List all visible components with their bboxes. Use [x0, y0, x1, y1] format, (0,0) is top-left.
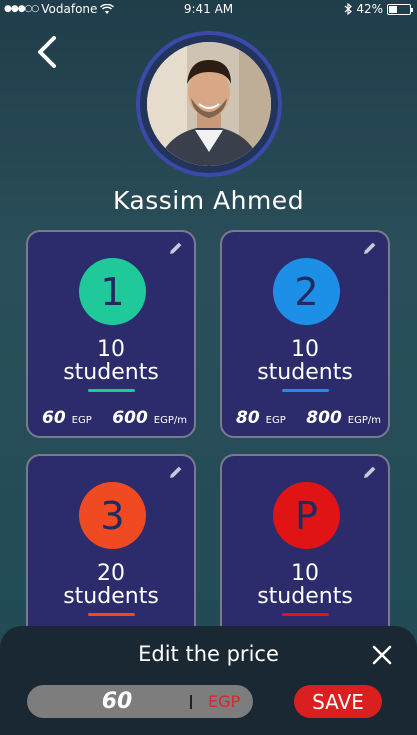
price-input[interactable] — [67, 685, 167, 718]
avatar-ring — [136, 31, 282, 177]
battery-icon — [387, 3, 413, 15]
battery-fill — [389, 5, 398, 13]
price-row: 80 EGP 800 EGP/m — [236, 408, 381, 428]
session-price-value: 80 — [236, 408, 260, 428]
accent-bar — [88, 613, 135, 616]
status-bar: ●●●○○ Vodafone 9:41 AM 42% — [0, 0, 417, 20]
student-unit: students — [257, 360, 353, 385]
sheet-title: Edit the price — [138, 642, 279, 666]
student-count: 10 — [291, 561, 319, 586]
profile-name: Kassim Ahmed — [112, 186, 305, 215]
monthly-price-unit: EGP/m — [347, 415, 381, 426]
close-icon[interactable] — [371, 644, 393, 666]
pencil-icon[interactable] — [362, 240, 378, 256]
monthly-price: 800 EGP/m — [306, 408, 381, 428]
group-number-badge: 3 — [79, 482, 146, 549]
group-card-1[interactable]: 1 10 students 60 EGP 600 EGP/m — [26, 230, 196, 438]
session-price-unit: EGP — [265, 415, 286, 426]
accent-bar — [88, 389, 135, 392]
back-button[interactable] — [30, 34, 64, 70]
student-unit: students — [63, 584, 159, 609]
student-unit: students — [257, 584, 353, 609]
currency-label: EGP — [208, 692, 241, 711]
accent-bar — [282, 389, 329, 392]
price-field: EGP — [27, 685, 253, 718]
session-price: 80 EGP — [236, 408, 286, 428]
session-price-value: 60 — [42, 408, 66, 428]
session-price: 60 EGP — [42, 408, 92, 428]
monthly-price: 600 EGP/m — [112, 408, 187, 428]
status-right: 42% — [344, 2, 413, 16]
pencil-icon[interactable] — [168, 240, 184, 256]
student-unit: students — [63, 360, 159, 385]
monthly-price-unit: EGP/m — [153, 415, 187, 426]
price-row: 60 EGP 600 EGP/m — [42, 408, 187, 428]
group-number-badge: P — [273, 482, 340, 549]
pencil-icon[interactable] — [362, 464, 378, 480]
avatar[interactable] — [147, 42, 271, 166]
student-count: 10 — [291, 337, 319, 362]
save-button[interactable]: SAVE — [294, 685, 382, 718]
student-count: 20 — [97, 561, 125, 586]
group-number-badge: 1 — [79, 258, 146, 325]
group-number-badge: 2 — [273, 258, 340, 325]
chevron-left-icon — [38, 36, 56, 68]
monthly-price-value: 600 — [112, 408, 148, 428]
edit-price-sheet: Edit the price EGP SAVE — [0, 626, 417, 735]
student-count: 10 — [97, 337, 125, 362]
text-cursor — [190, 695, 192, 709]
avatar-photo — [147, 42, 271, 166]
pencil-icon[interactable] — [168, 464, 184, 480]
monthly-price-value: 800 — [306, 408, 342, 428]
bluetooth-icon — [344, 3, 353, 15]
session-price-unit: EGP — [71, 415, 92, 426]
accent-bar — [282, 613, 329, 616]
group-card-2[interactable]: 2 10 students 80 EGP 800 EGP/m — [220, 230, 390, 438]
battery-percent: 42% — [356, 2, 383, 16]
